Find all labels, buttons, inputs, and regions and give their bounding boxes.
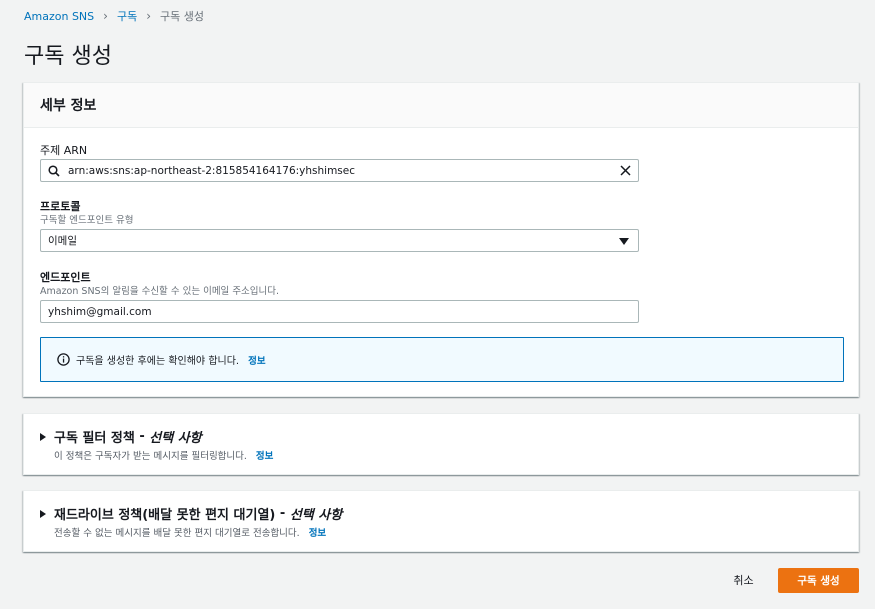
- chevron-right-icon: ›: [146, 9, 152, 23]
- topic-arn-value: arn:aws:sns:ap-northeast-2:815854164176:…: [68, 164, 356, 177]
- endpoint-input[interactable]: yhshim@gmail.com: [40, 300, 639, 323]
- close-icon[interactable]: [619, 164, 632, 177]
- filter-policy-info-link[interactable]: 정보: [256, 448, 273, 462]
- redrive-policy-panel: 재드라이브 정책(배달 못한 편지 대기열) - 선택 사항 전송할 수 없는 …: [23, 490, 859, 552]
- filter-policy-description-row: 이 정책은 구독자가 받는 메시지를 필터링합니다. 정보: [54, 448, 273, 462]
- triangle-right-icon: [40, 432, 46, 441]
- triangle-right-icon: [40, 509, 46, 518]
- chevron-right-icon: ›: [103, 9, 108, 23]
- caret-down-icon: [619, 238, 629, 245]
- filter-policy-title: 구독 필터 정책: [54, 431, 135, 446]
- redrive-policy-description-row: 전송할 수 없는 메시지를 배달 못한 편지 대기열로 전송합니다. 정보: [54, 525, 326, 539]
- protocol-description: 구독할 엔드포인트 유형: [40, 215, 134, 226]
- page-title: 구독 생성: [24, 44, 112, 69]
- redrive-policy-description: 전송할 수 없는 메시지를 배달 못한 편지 대기열로 전송합니다.: [54, 528, 300, 539]
- info-alert-text: 구독을 생성한 후에는 확인해야 합니다.: [76, 356, 240, 367]
- info-icon: [57, 353, 70, 366]
- protocol-value: 이메일: [48, 235, 77, 247]
- breadcrumb-current: 구독 생성: [160, 10, 205, 23]
- redrive-policy-optional: 선택 사항: [289, 508, 343, 523]
- protocol-select[interactable]: 이메일: [40, 229, 639, 252]
- redrive-policy-info-link[interactable]: 정보: [309, 525, 326, 539]
- info-link[interactable]: 정보: [248, 353, 265, 367]
- redrive-policy-title: 재드라이브 정책(배달 못한 편지 대기열): [54, 508, 276, 523]
- filter-policy-separator: -: [134, 429, 150, 444]
- details-header: 세부 정보: [24, 83, 858, 128]
- filter-policy-toggle[interactable]: 구독 필터 정책 - 선택 사항: [40, 427, 202, 446]
- breadcrumb-sns[interactable]: Amazon SNS: [24, 10, 94, 23]
- search-icon: [48, 164, 62, 178]
- redrive-policy-separator: -: [275, 506, 290, 521]
- filter-policy-description: 이 정책은 구독자가 받는 메시지를 필터링합니다.: [54, 451, 247, 462]
- breadcrumb-subscriptions[interactable]: 구독: [117, 8, 137, 24]
- topic-arn-input[interactable]: arn:aws:sns:ap-northeast-2:815854164176:…: [40, 159, 639, 182]
- info-alert: 구독을 생성한 후에는 확인해야 합니다. 정보: [40, 337, 844, 382]
- details-panel: 세부 정보 주제 ARN arn:aws:sns:ap-northeast-2:…: [23, 82, 859, 397]
- filter-policy-panel: 구독 필터 정책 - 선택 사항 이 정책은 구독자가 받는 메시지를 필터링합…: [23, 413, 859, 475]
- endpoint-value: yhshim@gmail.com: [48, 305, 152, 318]
- cancel-button[interactable]: 취소: [721, 570, 766, 590]
- filter-policy-optional: 선택 사항: [149, 431, 202, 446]
- redrive-policy-toggle[interactable]: 재드라이브 정책(배달 못한 편지 대기열) - 선택 사항: [40, 504, 342, 523]
- endpoint-description: Amazon SNS의 알림을 수신할 수 있는 이메일 주소입니다.: [40, 286, 280, 297]
- topic-arn-label: 주제 ARN: [40, 144, 88, 157]
- breadcrumb: Amazon SNS › 구독 › 구독 생성: [24, 8, 204, 24]
- create-subscription-button[interactable]: 구독 생성: [778, 568, 859, 593]
